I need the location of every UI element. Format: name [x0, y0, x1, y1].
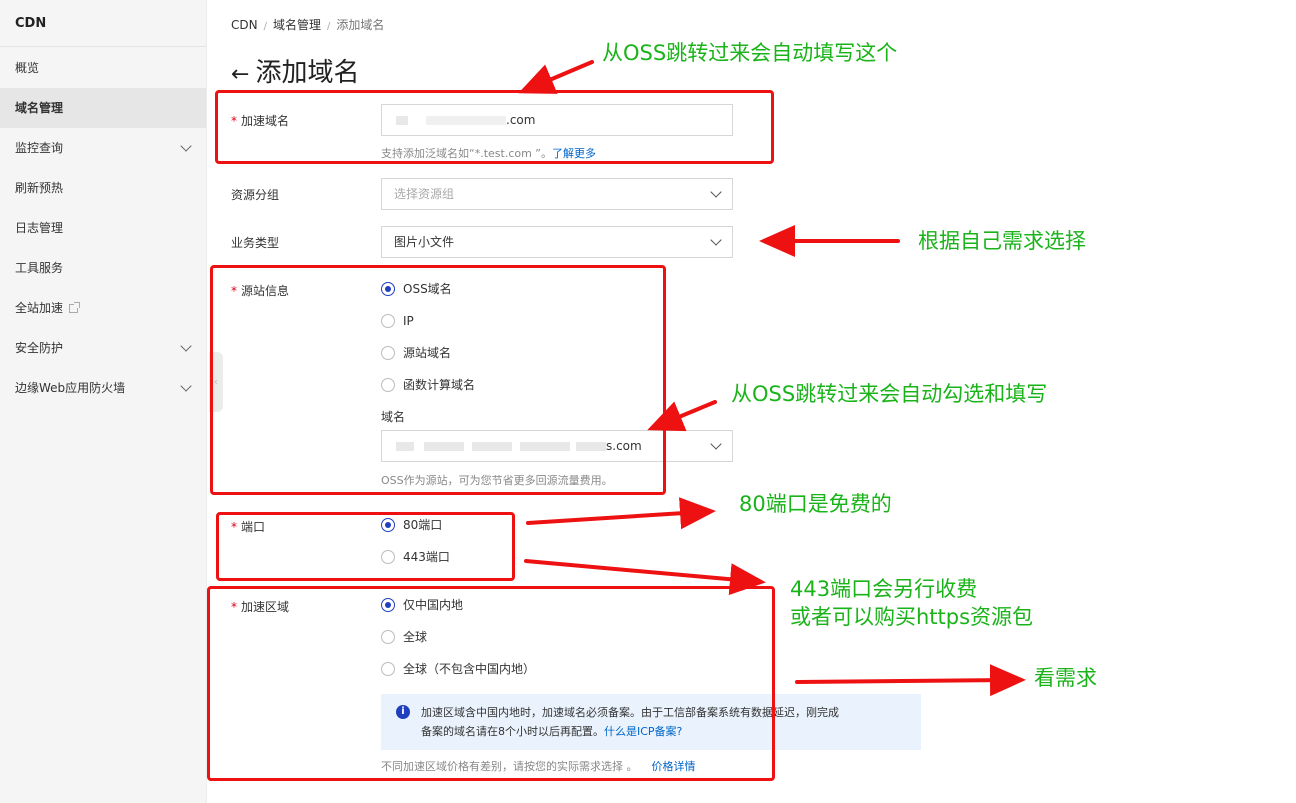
business-type-label: 业务类型: [231, 236, 280, 250]
sidebar-item-label: 工具服务: [15, 261, 64, 275]
sidebar-item-waf[interactable]: 边缘Web应用防火墙: [0, 368, 206, 408]
breadcrumb-item-current: 添加域名: [336, 18, 385, 32]
annotation-text-2: 根据自己需求选择: [918, 229, 1086, 253]
annotation-text-5b: 或者可以购买https资源包: [790, 605, 1034, 629]
chevron-down-icon: [180, 140, 192, 152]
sidebar-item-label: 概览: [15, 61, 40, 75]
sidebar-item-logs[interactable]: 日志管理: [0, 208, 206, 248]
arrow-icon: [795, 664, 1026, 697]
sidebar-item-domain-management[interactable]: 域名管理: [0, 88, 206, 128]
chevron-down-icon: [180, 380, 192, 392]
resource-group-label: 资源分组: [231, 188, 280, 202]
chevron-down-icon: [180, 340, 192, 352]
page-title-text: 添加域名: [255, 58, 360, 88]
arrow-icon: [526, 497, 716, 530]
sidebar-item-overview[interactable]: 概览: [0, 48, 206, 88]
chevron-down-icon: [710, 186, 722, 198]
sidebar-item-label: 安全防护: [15, 341, 64, 355]
sidebar-item-label: 日志管理: [15, 221, 64, 235]
sidebar: CDN 概览 域名管理 监控查询 刷新预热 日志管理 工具服务 全站加速 安全防…: [0, 0, 207, 803]
chevron-down-icon: [710, 438, 722, 450]
page-title: ← 添加域名: [231, 52, 359, 89]
business-type-value: 图片小文件: [394, 235, 455, 249]
arrow-icon: [518, 60, 594, 94]
sidebar-item-label: 域名管理: [15, 101, 64, 115]
annotation-box-origin: [210, 265, 666, 495]
arrow-icon: [524, 559, 766, 596]
sidebar-item-tools[interactable]: 工具服务: [0, 248, 206, 288]
sidebar-item-label: 监控查询: [15, 141, 64, 155]
resource-group-select[interactable]: 选择资源组: [381, 178, 733, 210]
back-arrow-icon[interactable]: ←: [231, 62, 249, 87]
annotation-text-3: 从OSS跳转过来会自动勾选和填写: [731, 382, 1048, 406]
resource-group-placeholder: 选择资源组: [394, 187, 455, 201]
sidebar-item-label: 刷新预热: [15, 181, 64, 195]
annotation-box-domain: [215, 90, 774, 164]
sidebar-item-security[interactable]: 安全防护: [0, 328, 206, 368]
annotation-text-1: 从OSS跳转过来会自动填写这个: [602, 41, 898, 65]
annotation-box-region: [207, 586, 775, 781]
annotation-text-6: 看需求: [1034, 666, 1097, 690]
sidebar-item-refresh[interactable]: 刷新预热: [0, 168, 206, 208]
arrow-icon: [647, 400, 717, 432]
breadcrumb-separator: /: [263, 21, 267, 32]
chevron-down-icon: [710, 234, 722, 246]
breadcrumb: CDN / 域名管理 / 添加域名: [231, 16, 384, 33]
external-link-icon: [69, 302, 81, 313]
sidebar-item-dcdn[interactable]: 全站加速: [0, 288, 206, 328]
business-type-select[interactable]: 图片小文件: [381, 226, 733, 258]
sidebar-item-monitoring[interactable]: 监控查询: [0, 128, 206, 168]
breadcrumb-item-domain-management[interactable]: 域名管理: [273, 18, 321, 32]
annotation-text-5a: 443端口会另行收费: [790, 577, 978, 601]
breadcrumb-separator: /: [327, 21, 331, 32]
sidebar-item-label: 全站加速: [15, 301, 64, 315]
annotation-text-4: 80端口是免费的: [739, 492, 892, 516]
annotation-box-port: [216, 512, 515, 581]
sidebar-title: CDN: [0, 0, 206, 47]
breadcrumb-item-cdn[interactable]: CDN: [231, 18, 258, 32]
sidebar-item-label: 边缘Web应用防火墙: [15, 381, 126, 395]
